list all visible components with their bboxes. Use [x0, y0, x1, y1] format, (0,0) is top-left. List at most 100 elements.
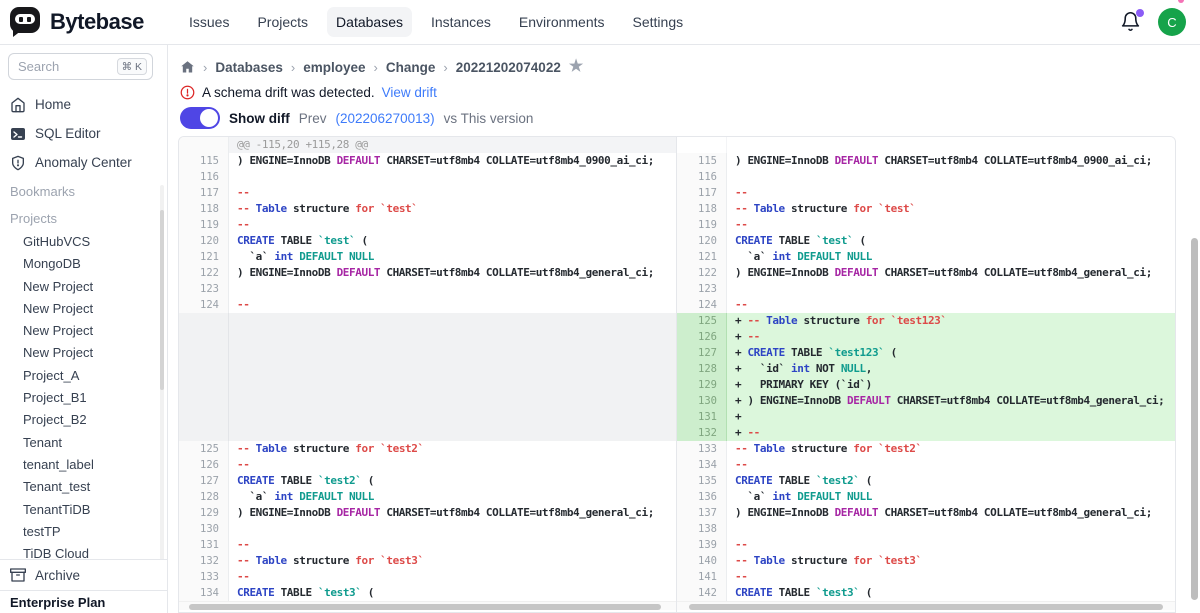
diff-filler-row	[179, 345, 676, 361]
sidebar-project-item[interactable]: Project_B2	[0, 409, 167, 431]
line-number: 116	[677, 169, 727, 185]
diff-row: 117--	[179, 185, 676, 201]
sql-editor-icon	[10, 126, 26, 142]
sidebar-scrollbar-thumb[interactable]	[160, 210, 164, 390]
star-icon[interactable]: ★	[569, 59, 583, 75]
show-diff-toggle[interactable]	[180, 107, 220, 129]
code-line: --	[229, 217, 676, 233]
line-number: 126	[179, 457, 229, 473]
view-drift-link[interactable]: View drift	[382, 85, 437, 100]
page-scrollbar[interactable]	[1191, 238, 1198, 600]
sidebar-project-item[interactable]: MongoDB	[0, 253, 167, 275]
search-box[interactable]: ⌘ K	[8, 53, 153, 80]
diff-row: 137) ENGINE=InnoDB DEFAULT CHARSET=utf8m…	[677, 505, 1175, 521]
home-breadcrumb-icon[interactable]	[180, 60, 195, 75]
primary-nav: Issues Projects Databases Instances Environm…	[180, 7, 692, 37]
sidebar-project-item[interactable]: Tenant_test	[0, 476, 167, 498]
nav-item-settings[interactable]: Settings	[624, 7, 693, 37]
right-horizontal-scrollbar[interactable]	[677, 601, 1175, 610]
sidebar-project-item[interactable]: New Project	[0, 276, 167, 298]
sidebar-project-item[interactable]: Project_B1	[0, 387, 167, 409]
diff-row: 119--	[677, 217, 1175, 233]
code-line	[727, 521, 1175, 537]
sidebar-project-item[interactable]: New Project	[0, 320, 167, 342]
left-horizontal-scrollbar[interactable]	[179, 601, 676, 610]
vs-this-version-label: vs This version	[444, 111, 534, 126]
line-number: 129	[179, 505, 229, 521]
line-number	[179, 313, 229, 329]
projects-list: GitHubVCSMongoDBNew ProjectNew ProjectNe…	[0, 231, 167, 565]
code-line	[727, 281, 1175, 297]
code-line	[229, 329, 676, 345]
code-line: `a` int DEFAULT NULL	[727, 249, 1175, 265]
line-number: 138	[677, 521, 727, 537]
line-number: 125	[179, 441, 229, 457]
diff-row: 133-- Table structure for `test2`	[677, 441, 1175, 457]
prev-version-link[interactable]: (202206270013)	[336, 111, 435, 126]
bytebase-logo-icon	[10, 7, 42, 37]
code-line: CREATE TABLE `test` (	[727, 233, 1175, 249]
code-line: --	[727, 217, 1175, 233]
diff-row: 126+ --	[677, 329, 1175, 345]
line-number: 128	[677, 361, 727, 377]
alert-text: A schema drift was detected.	[202, 85, 375, 100]
diff-filler-row	[179, 393, 676, 409]
line-number: 119	[179, 217, 229, 233]
sidebar-project-item[interactable]: New Project	[0, 298, 167, 320]
sidebar-project-item[interactable]: Project_A	[0, 365, 167, 387]
line-number: 124	[677, 297, 727, 313]
code-line: --	[229, 537, 676, 553]
sidebar-item-anomaly-center[interactable]: Anomaly Center	[0, 148, 167, 177]
bookmarks-section-label: Bookmarks	[0, 177, 167, 204]
sidebar-project-item[interactable]: TenantTiDB	[0, 499, 167, 521]
nav-item-projects[interactable]: Projects	[248, 7, 317, 37]
code-line: -- Table structure for `test3`	[727, 553, 1175, 569]
diff-row: 131+	[677, 409, 1175, 425]
avatar[interactable]: C	[1158, 8, 1186, 36]
home-icon	[10, 97, 26, 113]
nav-item-environments[interactable]: Environments	[510, 7, 614, 37]
brand[interactable]: Bytebase	[0, 7, 168, 37]
sidebar-project-item[interactable]: New Project	[0, 342, 167, 364]
line-number: 125	[677, 313, 727, 329]
diff-row: 141--	[677, 569, 1175, 585]
line-number	[179, 409, 229, 425]
nav-item-issues[interactable]: Issues	[180, 7, 238, 37]
nav-item-instances[interactable]: Instances	[422, 7, 500, 37]
code-line: --	[229, 569, 676, 585]
line-number: 123	[179, 281, 229, 297]
code-line: --	[727, 569, 1175, 585]
sidebar-item-archive[interactable]: Archive	[0, 560, 167, 590]
sidebar-project-item[interactable]: Tenant	[0, 432, 167, 454]
sidebar-project-item[interactable]: tenant_label	[0, 454, 167, 476]
nav-item-databases[interactable]: Databases	[327, 7, 412, 37]
notifications-button[interactable]	[1120, 11, 1142, 33]
sidebar-project-item[interactable]: GitHubVCS	[0, 231, 167, 253]
code-line: CREATE TABLE `test2` (	[727, 473, 1175, 489]
line-number	[179, 361, 229, 377]
line-number: 115	[677, 153, 727, 169]
sidebar-project-item[interactable]: testTP	[0, 521, 167, 543]
code-line: ) ENGINE=InnoDB DEFAULT CHARSET=utf8mb4 …	[727, 153, 1175, 169]
line-number: 129	[677, 377, 727, 393]
diff-row: 125-- Table structure for `test2`	[179, 441, 676, 457]
code-line	[229, 377, 676, 393]
diff-row: 130	[179, 521, 676, 537]
breadcrumb-databases[interactable]: Databases	[215, 60, 283, 75]
search-input[interactable]	[18, 59, 103, 74]
line-number	[179, 345, 229, 361]
diff-row: 136 `a` int DEFAULT NULL	[677, 489, 1175, 505]
code-line: ) ENGINE=InnoDB DEFAULT CHARSET=utf8mb4 …	[727, 265, 1175, 281]
line-number: 127	[677, 345, 727, 361]
line-number: 135	[677, 473, 727, 489]
breadcrumb-change[interactable]: Change	[386, 60, 436, 75]
breadcrumb-employee[interactable]: employee	[303, 60, 365, 75]
line-number: 134	[677, 457, 727, 473]
diff-row: 140-- Table structure for `test3`	[677, 553, 1175, 569]
sidebar: ⌘ K Home SQL Editor Anomaly Center Bo	[0, 45, 168, 613]
sidebar-item-home[interactable]: Home	[0, 90, 167, 119]
diff-filler-row	[179, 313, 676, 329]
code-line	[229, 361, 676, 377]
line-number: 115	[179, 153, 229, 169]
sidebar-item-sql-editor[interactable]: SQL Editor	[0, 119, 167, 148]
